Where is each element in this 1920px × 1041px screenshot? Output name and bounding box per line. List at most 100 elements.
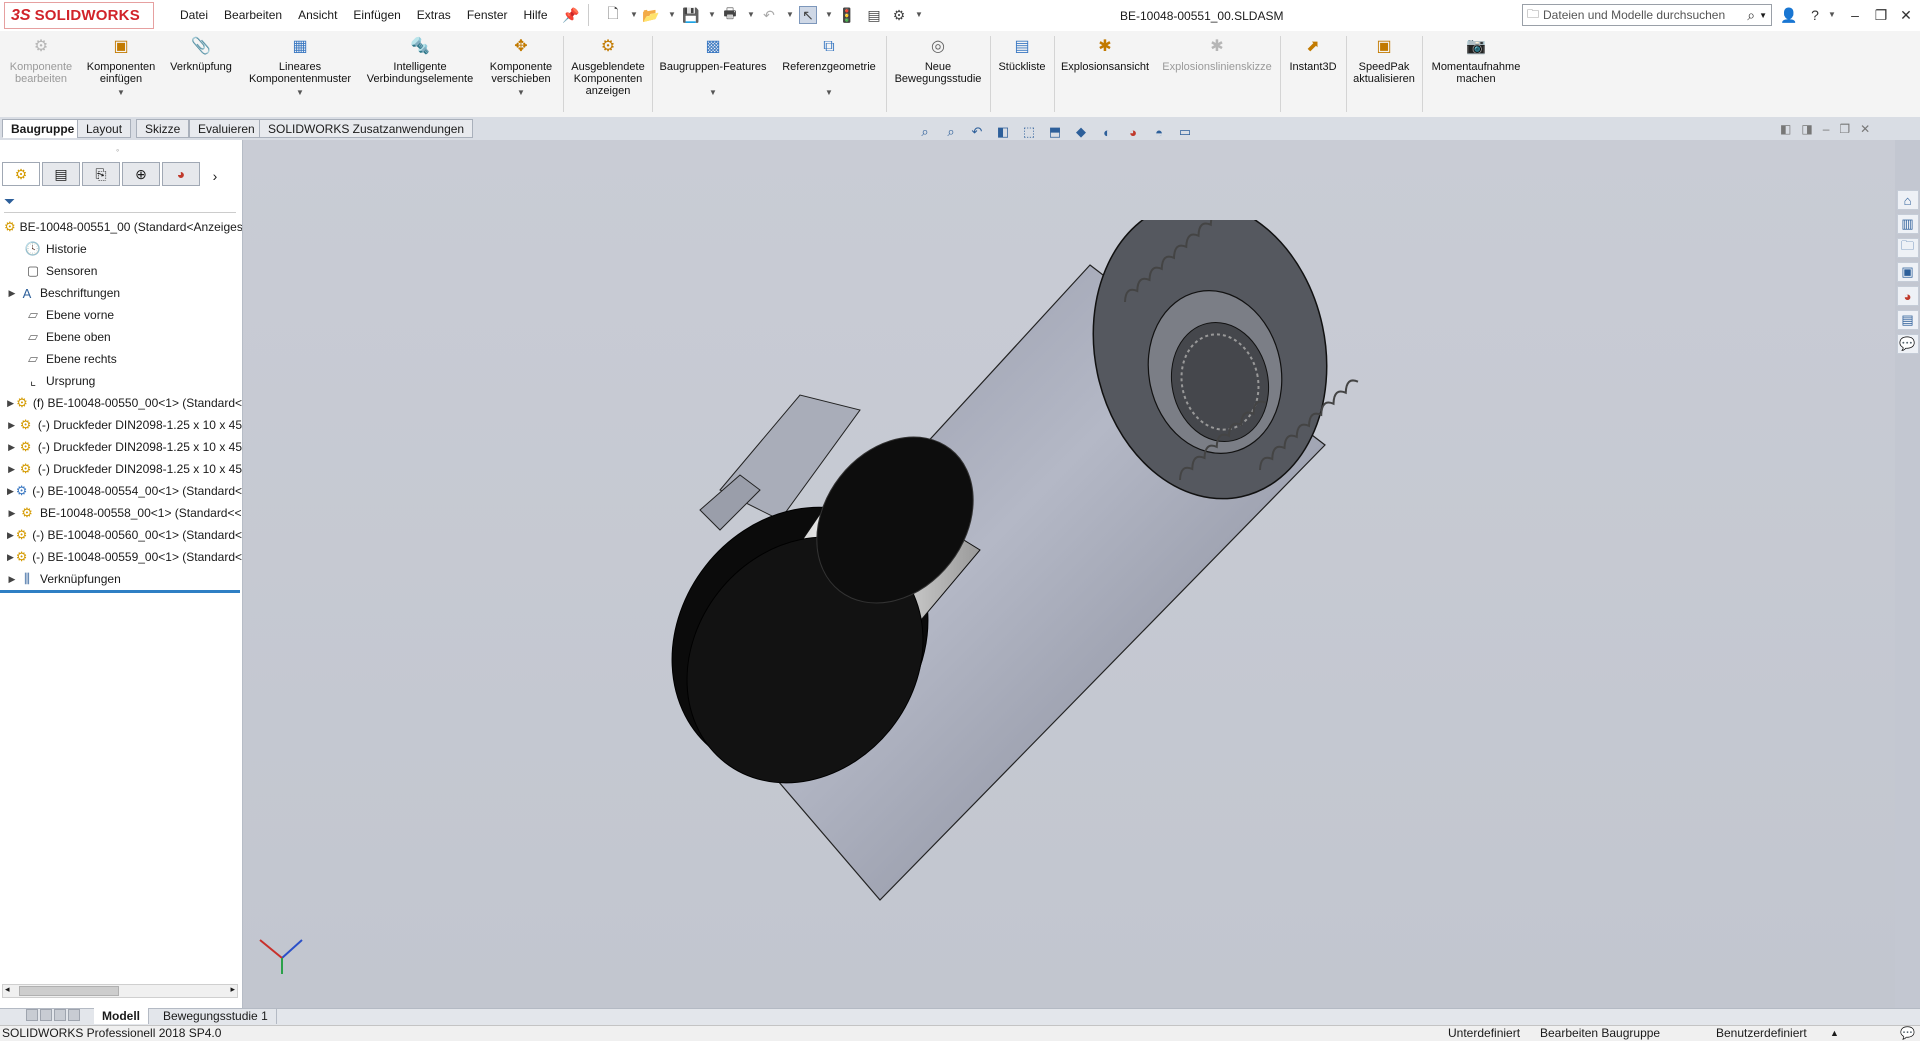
select-cursor-icon[interactable]: ↖ <box>799 6 817 24</box>
bom-button[interactable]: ▤ Stückliste <box>992 36 1052 74</box>
assembly-features-button[interactable]: ▩ Baugruppen-Features ▼ <box>656 36 770 99</box>
print-dropdown-icon[interactable]: ▼ <box>747 10 755 19</box>
select-dropdown-icon[interactable]: ▼ <box>825 10 833 19</box>
user-icon[interactable]: 👤 <box>1778 5 1800 25</box>
explode-line-sketch-button[interactable]: ✱ Explosionslinienskizze <box>1156 36 1278 74</box>
undo-icon[interactable]: ↶ <box>760 6 778 24</box>
tree-root-row[interactable]: ⚙ BE-10048-00551_00 (Standard<Anzeigest <box>0 216 242 238</box>
dimxpert-tab-icon[interactable]: ⊕ <box>122 162 160 186</box>
tab-skizze[interactable]: Skizze <box>136 119 190 138</box>
custom-properties-icon[interactable]: ▤ <box>1896 310 1919 330</box>
next-tab-icon[interactable] <box>54 1009 66 1021</box>
tab-layout[interactable]: Layout <box>77 119 132 138</box>
unit-system[interactable]: Benutzerdefiniert <box>1716 1025 1807 1040</box>
menu-einfuegen[interactable]: Einfügen <box>345 8 408 22</box>
menu-bearbeiten[interactable]: Bearbeiten <box>216 8 290 22</box>
viewport-restore-icon[interactable]: ❐ <box>1839 122 1850 136</box>
edit-appearance-icon[interactable]: ◕ <box>1123 122 1143 142</box>
tree-item-ebene-vorne[interactable]: ▱ Ebene vorne <box>0 304 242 326</box>
edit-component-button[interactable]: ⚙ Komponente bearbeiten <box>4 36 78 86</box>
tree-item-beschriftungen[interactable]: ▶ A Beschriftungen <box>0 282 242 304</box>
menu-datei[interactable]: Datei <box>172 8 216 22</box>
hide-show-items-icon[interactable]: ◐ <box>1097 122 1117 142</box>
apply-scene-icon[interactable]: ◓ <box>1149 122 1169 142</box>
first-tab-icon[interactable] <box>26 1009 38 1021</box>
tree-item-component[interactable]: ▶ ⚙ (-) Druckfeder DIN2098-1.25 x 10 x 4… <box>0 458 242 480</box>
tree-item-component[interactable]: ▶ ⚙ (f) BE-10048-00550_00<1> (Standard< <box>0 392 242 414</box>
viewport-close-icon[interactable]: ✕ <box>1860 122 1870 136</box>
zoom-to-fit-icon[interactable]: ⌕ <box>915 122 935 142</box>
reference-geometry-button[interactable]: ⧉ Referenzgeometrie ▼ <box>772 36 886 99</box>
zoom-to-area-icon[interactable]: ⌕ <box>941 122 961 142</box>
appearances-icon[interactable]: ◕ <box>1896 286 1919 306</box>
tree-horizontal-scrollbar[interactable]: ◂ ▸ <box>2 984 238 998</box>
tree-item-sensoren[interactable]: ▢ Sensoren <box>0 260 242 282</box>
filter-icon[interactable]: ⏷ <box>4 193 15 210</box>
configuration-manager-tab-icon[interactable]: ⎘ <box>82 162 120 186</box>
last-tab-icon[interactable] <box>68 1009 80 1021</box>
print-icon[interactable]: 🖶 <box>721 5 739 24</box>
pin-icon[interactable]: 📌 <box>562 6 580 24</box>
prev-tab-icon[interactable] <box>40 1009 52 1021</box>
view-settings-icon[interactable]: ▭ <box>1175 122 1195 142</box>
tile-left-icon[interactable]: ◧ <box>1780 122 1791 136</box>
tree-item-component[interactable]: ▶ ⚙ (-) Druckfeder DIN2098-1.25 x 10 x 4… <box>0 436 242 458</box>
expand-arrow-icon[interactable]: ▶ <box>6 486 15 497</box>
snapshot-button[interactable]: 📷 Momentaufnahme machen <box>1424 36 1528 86</box>
scroll-right-icon[interactable]: ▸ <box>230 984 235 995</box>
show-hidden-components-button[interactable]: ⚙ Ausgeblendete Komponenten anzeigen <box>566 36 650 98</box>
new-dropdown-icon[interactable]: ▼ <box>630 10 638 19</box>
new-document-icon[interactable]: 🗋 <box>604 5 622 24</box>
move-component-dropdown-icon[interactable]: ▼ <box>517 87 525 99</box>
property-manager-tab-icon[interactable]: ▤ <box>42 162 80 186</box>
help-icon[interactable]: ? <box>1804 5 1826 25</box>
expand-arrow-icon[interactable]: ▶ <box>6 442 17 453</box>
save-dropdown-icon[interactable]: ▼ <box>708 10 716 19</box>
dynamic-annotation-icon[interactable]: ⬚ <box>1019 122 1039 142</box>
save-icon[interactable]: 💾 <box>682 6 700 24</box>
instant3d-button[interactable]: ⬈ Instant3D <box>1282 36 1344 74</box>
undo-dropdown-icon[interactable]: ▼ <box>786 10 794 19</box>
move-component-button[interactable]: ✥ Komponente verschieben ▼ <box>480 36 562 99</box>
expand-arrow-icon[interactable]: ▶ <box>6 398 15 409</box>
smart-fasteners-button[interactable]: 🔩 Intelligente Verbindungselemente <box>362 36 478 86</box>
scroll-left-icon[interactable]: ◂ <box>5 984 10 995</box>
help-dropdown-icon[interactable]: ▼ <box>1828 10 1836 19</box>
tree-item-component[interactable]: ▶ ⚙ (-) BE-10048-00560_00<1> (Standard< <box>0 524 242 546</box>
unit-dropdown-icon[interactable]: ▲ <box>1830 1025 1839 1040</box>
minimize-icon[interactable]: – <box>1844 5 1866 25</box>
panel-grip-icon[interactable]: ◦ <box>116 145 119 155</box>
tree-filter[interactable]: ⏷ <box>4 190 236 213</box>
tree-item-ursprung[interactable]: ⌞ Ursprung <box>0 370 242 392</box>
options-gear-icon[interactable]: ⚙ <box>890 6 908 24</box>
restore-icon[interactable]: ❐ <box>1870 5 1892 25</box>
expand-arrow-icon[interactable]: ▶ <box>6 552 15 563</box>
tab-zusatzanwendungen[interactable]: SOLIDWORKS Zusatzanwendungen <box>259 119 474 138</box>
file-explorer-icon[interactable]: 🗀 <box>1896 238 1919 258</box>
tree-item-historie[interactable]: 🕓 Historie <box>0 238 242 260</box>
menu-extras[interactable]: Extras <box>409 8 459 22</box>
insert-components-button[interactable]: ▣ Komponenten einfügen ▼ <box>80 36 162 99</box>
new-motion-study-button[interactable]: ◎ Neue Bewegungsstudie <box>888 36 988 86</box>
expand-arrow-icon[interactable]: ▶ <box>6 464 17 475</box>
menu-hilfe[interactable]: Hilfe <box>516 8 556 22</box>
expand-arrow-icon[interactable]: ▶ <box>6 288 18 299</box>
search-box[interactable]: 🗀 Dateien und Modelle durchsuchen ⌕ ▼ <box>1522 4 1772 26</box>
tree-item-verknuepfungen[interactable]: ▶ ⫼ Verknüpfungen <box>0 568 242 590</box>
tree-item-ebene-rechts[interactable]: ▱ Ebene rechts <box>0 348 242 370</box>
tree-item-ebene-oben[interactable]: ▱ Ebene oben <box>0 326 242 348</box>
tree-item-component[interactable]: ▶ ⚙ BE-10048-00558_00<1> (Standard<< <box>0 502 242 524</box>
tree-item-component[interactable]: ▶ ⚙ (-) BE-10048-00559_00<1> (Standard< <box>0 546 242 568</box>
assembly-model-3d[interactable] <box>660 220 1380 920</box>
view-palette-icon[interactable]: ▣ <box>1896 262 1919 282</box>
display-style-icon[interactable]: ◆ <box>1071 122 1091 142</box>
open-dropdown-icon[interactable]: ▼ <box>668 10 676 19</box>
tab-evaluieren[interactable]: Evaluieren <box>189 119 264 138</box>
menu-fenster[interactable]: Fenster <box>459 8 516 22</box>
exploded-view-button[interactable]: ✱ Explosionsansicht <box>1056 36 1154 74</box>
search-dropdown-icon[interactable]: ▼ <box>1759 11 1767 20</box>
file-properties-icon[interactable]: ▤ <box>865 6 883 24</box>
tab-modell[interactable]: Modell <box>94 1008 149 1024</box>
tab-baugruppe[interactable]: Baugruppe <box>2 119 84 138</box>
tab-bewegungsstudie[interactable]: Bewegungsstudie 1 <box>155 1008 277 1024</box>
